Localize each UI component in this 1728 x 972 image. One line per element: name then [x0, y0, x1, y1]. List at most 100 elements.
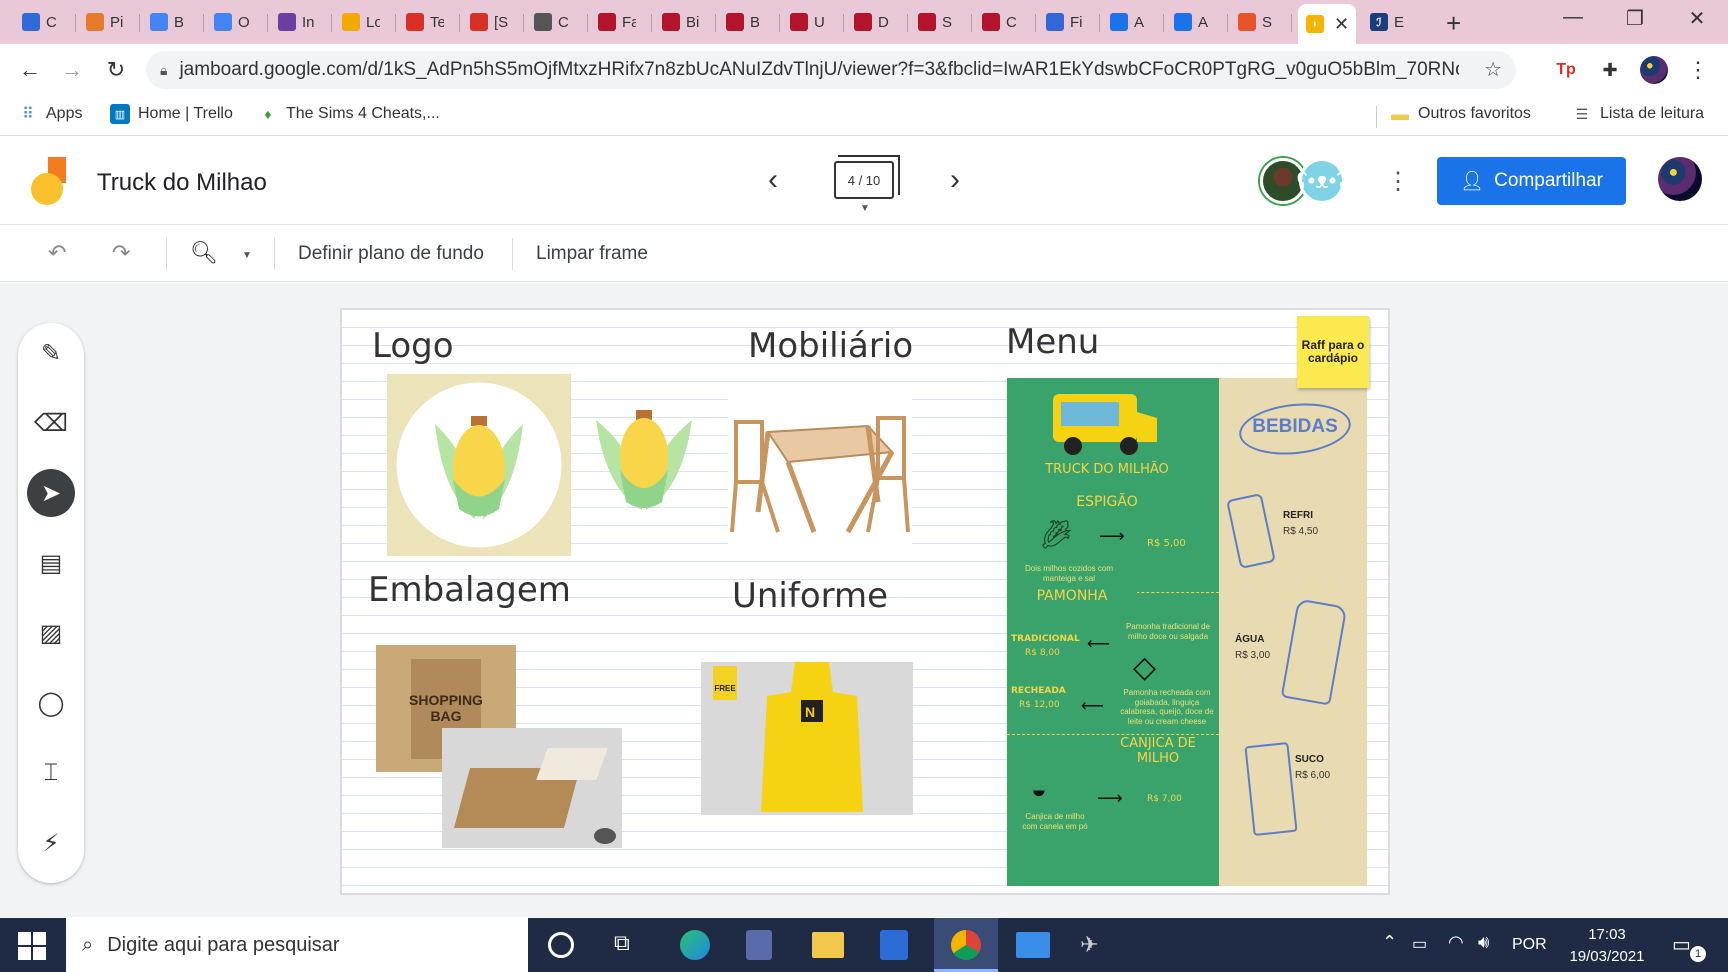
person-add-icon: 👤︎	[1460, 171, 1485, 192]
menu-recheada-price: R$ 12,00	[1019, 700, 1060, 710]
new-tab-button[interactable]: +	[1446, 8, 1461, 39]
bookmark-other-folder[interactable]: ▬ Outros favoritos	[1390, 104, 1531, 124]
heading-mobiliario[interactable]: Mobiliário	[748, 326, 913, 366]
uniform-apron-image[interactable]: FREE N	[701, 662, 913, 815]
browser-tab[interactable]: A	[1166, 6, 1228, 38]
close-window-button[interactable]: ✕	[1674, 6, 1720, 31]
heading-menu[interactable]: Menu	[1006, 322, 1099, 362]
edge-browser-icon[interactable]	[680, 930, 710, 960]
browser-tab[interactable]: B	[718, 6, 780, 38]
image-tool-icon[interactable]: ▨	[27, 609, 75, 657]
windows-start-icon[interactable]	[18, 932, 46, 960]
browser-tab[interactable]: A	[1102, 6, 1164, 38]
address-bar[interactable]: 🔒︎ jamboard.google.com/d/1kS_AdPn5hS5mOj…	[146, 51, 1516, 89]
share-button[interactable]: 👤︎ Compartilhar	[1437, 157, 1626, 205]
packaging-box-image[interactable]	[442, 728, 622, 848]
menu-card-drinks[interactable]: BEBIDAS REFRI R$ 4,50 ÁGUA R$ 3,00 SUCO …	[1219, 378, 1367, 886]
restore-button[interactable]: ❐	[1612, 6, 1658, 31]
close-tab-icon[interactable]: ✕	[1334, 14, 1349, 35]
collaborator-avatar-anonymous[interactable]: ʕ•ᴥ•ʔ	[1297, 158, 1347, 204]
text-box-tool-icon[interactable]: ⌶	[27, 749, 75, 797]
volume-icon[interactable]: 🔊︎	[1478, 932, 1489, 953]
calculator-icon[interactable]	[746, 930, 772, 960]
reading-list[interactable]: ☰ Lista de leitura	[1572, 104, 1704, 124]
browser-tab[interactable]: S	[1230, 6, 1292, 38]
browser-tab[interactable]: Pi	[78, 6, 140, 38]
eraser-tool-icon[interactable]: ⌫	[27, 399, 75, 447]
set-background-button[interactable]: Definir plano de fundo	[298, 243, 484, 265]
extensions-puzzle-icon[interactable]: ✚	[1596, 56, 1624, 84]
next-frame-button[interactable]: ›	[940, 163, 970, 197]
bookmark-apps[interactable]: ⠿ Apps	[18, 104, 82, 124]
logo-image-corn[interactable]	[592, 410, 696, 516]
app-icon[interactable]: ✈︎	[1080, 932, 1098, 958]
browser-tab[interactable]: Fi	[1038, 6, 1100, 38]
undo-icon[interactable]: ↶	[48, 240, 66, 266]
previous-frame-button[interactable]: ‹	[758, 163, 788, 197]
clear-frame-button[interactable]: Limpar frame	[536, 243, 648, 265]
jam-frame[interactable]: Logo Mobiliário Menu Embalagem Uniforme	[340, 308, 1390, 895]
browser-tab[interactable]: O	[206, 6, 268, 38]
zoom-dropdown-icon[interactable]: ▼	[242, 250, 252, 261]
more-options-icon[interactable]: ⋮	[1386, 167, 1410, 196]
browser-tab[interactable]: B	[142, 6, 204, 38]
language-indicator[interactable]: POR	[1512, 936, 1547, 954]
zoom-icon[interactable]: 🔍︎	[190, 240, 218, 266]
menu-card-food[interactable]: TRUCK DO MILHÃO ESPIGÃO 🌽︎ ⟶ R$ 5,00 Doi…	[1007, 378, 1219, 886]
browser-tab[interactable]: Te	[398, 6, 460, 38]
task-view-icon[interactable]: ⧉	[614, 930, 630, 956]
account-avatar[interactable]	[1658, 157, 1702, 201]
forward-button[interactable]: →	[56, 54, 88, 86]
active-tab[interactable]: ◗ ✕	[1298, 4, 1356, 44]
heading-logo[interactable]: Logo	[372, 326, 454, 366]
chrome-menu-icon[interactable]: ⋮	[1684, 56, 1712, 84]
extension-tp-icon[interactable]: Tp	[1552, 56, 1580, 84]
sticky-note[interactable]: Raff para o cardápio	[1297, 316, 1369, 388]
browser-tab[interactable]: Bi	[654, 6, 716, 38]
browser-tab[interactable]: C	[14, 6, 76, 38]
clock[interactable]: 17:03 19/03/2021	[1560, 924, 1654, 968]
frame-indicator[interactable]: 4 / 10	[834, 155, 900, 199]
browser-tab[interactable]: In	[270, 6, 332, 38]
pen-tool-icon[interactable]: ✎	[27, 329, 75, 377]
taskbar-search-box[interactable]: ⌕ Digite aqui para pesquisar	[66, 918, 528, 972]
browser-tab[interactable]: S	[910, 6, 972, 38]
microsoft-store-icon[interactable]	[880, 930, 908, 960]
battery-icon[interactable]: ▭	[1412, 934, 1427, 954]
cortana-icon[interactable]	[548, 932, 574, 958]
heading-embalagem[interactable]: Embalagem	[368, 570, 571, 610]
browser-tab[interactable]: C	[974, 6, 1036, 38]
wifi-icon[interactable]: ◠	[1448, 932, 1464, 953]
tool-sidebar: ✎ ⌫ ➤ ▤ ▨ ◯ ⌶ ⚡︎	[18, 323, 84, 883]
select-tool-icon[interactable]: ➤	[27, 469, 75, 517]
show-hidden-icons[interactable]: ⌃	[1382, 932, 1397, 953]
browser-tab[interactable]: U	[782, 6, 844, 38]
laser-tool-icon[interactable]: ⚡︎	[27, 819, 75, 867]
minimize-button[interactable]: —	[1550, 6, 1596, 29]
redo-icon[interactable]: ↷	[112, 240, 130, 266]
sticky-note-tool-icon[interactable]: ▤	[27, 539, 75, 587]
profile-avatar-icon[interactable]	[1640, 56, 1668, 84]
browser-tab[interactable]: Lo	[334, 6, 396, 38]
notification-center-icon[interactable]: ▭	[1672, 932, 1691, 957]
browser-tab[interactable]: C	[526, 6, 588, 38]
reload-button[interactable]: ↻	[100, 54, 132, 86]
back-button[interactable]: ←	[14, 54, 46, 86]
shape-tool-icon[interactable]: ◯	[27, 679, 75, 727]
furniture-image[interactable]	[728, 382, 912, 552]
mail-icon[interactable]	[1016, 932, 1050, 958]
browser-tab[interactable]: ℐ E	[1362, 6, 1420, 38]
browser-tab[interactable]: [S	[462, 6, 524, 38]
heading-uniforme[interactable]: Uniforme	[732, 576, 888, 616]
chrome-taskbar-button[interactable]	[934, 918, 998, 972]
jam-title[interactable]: Truck do Milhao	[97, 169, 267, 197]
bookmark-trello[interactable]: ▥ Home | Trello	[110, 104, 233, 124]
logo-image-circle[interactable]	[387, 374, 571, 556]
browser-tab[interactable]: Fa	[590, 6, 652, 38]
browser-tab[interactable]: D	[846, 6, 908, 38]
file-explorer-icon[interactable]	[812, 932, 844, 958]
url-text[interactable]: jamboard.google.com/d/1kS_AdPn5hS5mOjfMt…	[179, 59, 1459, 81]
frame-dropdown-icon[interactable]: ▼	[860, 203, 870, 214]
bookmark-star-icon[interactable]: ☆	[1484, 57, 1502, 82]
bookmark-sims[interactable]: ♦ The Sims 4 Cheats,...	[258, 104, 439, 124]
